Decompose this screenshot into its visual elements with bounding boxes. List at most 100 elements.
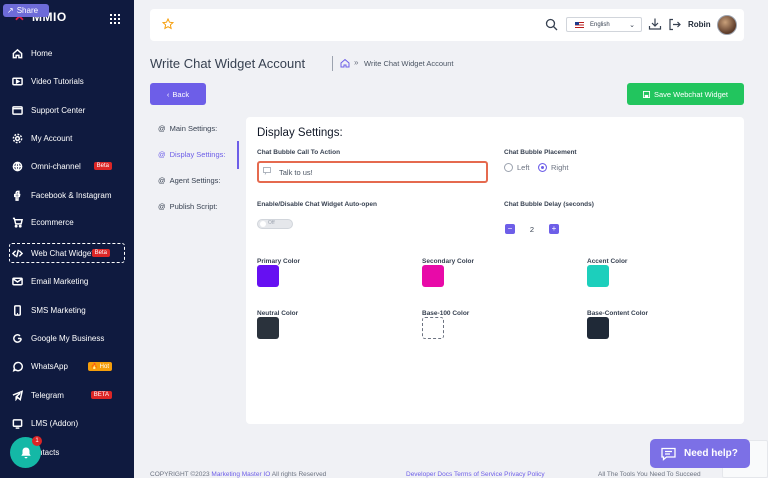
color-label: Neutral Color (257, 310, 299, 317)
code-icon (12, 248, 23, 259)
placement-left-radio[interactable]: Left (504, 163, 530, 172)
sidebar-item-label: Telegram (31, 390, 64, 400)
cta-label: Chat Bubble Call To Action (257, 149, 341, 156)
toggle-knob (260, 221, 266, 227)
need-help-button[interactable]: Need help? (650, 439, 750, 468)
sidebar-item-web-chat-widget[interactable]: Web Chat Widget Beta (12, 244, 124, 262)
radio-label: Left (517, 163, 530, 172)
sidebar-item-support-center[interactable]: Support Center (12, 101, 124, 119)
placement-right-radio[interactable]: Right (538, 163, 569, 172)
terms-link[interactable]: Terms of Service (454, 471, 502, 478)
facebook-icon (12, 190, 23, 201)
tab-agent-settings[interactable]: @ Agent Settings: (158, 176, 221, 185)
sidebar-item-label: Home (31, 48, 53, 58)
base-100-color-swatch[interactable] (422, 317, 444, 339)
copyright-text: COPYRIGHT ©2023 (150, 471, 210, 478)
at-icon: @ (158, 150, 166, 159)
topbar: English ⌄ Robin (150, 9, 744, 41)
save-webchat-widget-button[interactable]: Save Webchat Widget (627, 83, 744, 105)
sidebar-item-home[interactable]: Home (12, 44, 124, 62)
delay-value[interactable]: 2 (518, 222, 546, 236)
sidebar-item-omni-channel[interactable]: Omni-channel Beta (12, 157, 124, 175)
tab-display-settings[interactable]: @ Display Settings: (158, 150, 225, 159)
us-flag-icon (575, 21, 584, 28)
footer-links: Developer Docs Terms of Service Privacy … (406, 471, 545, 478)
sidebar-item-email-marketing[interactable]: Email Marketing (12, 272, 124, 290)
sidebar-item-facebook-instagram[interactable]: Facebook & Instagram (12, 186, 124, 204)
neutral-color-swatch[interactable] (257, 317, 279, 339)
card-title: Display Settings: (257, 127, 343, 139)
sidebar-item-google-my-business[interactable]: Google My Business (12, 329, 124, 347)
username[interactable]: Robin (688, 20, 711, 29)
color-label: Base-Content Color (587, 310, 649, 317)
sidebar-item-label: Support Center (31, 105, 86, 115)
star-icon[interactable] (162, 18, 174, 30)
home-icon[interactable] (340, 58, 350, 68)
sidebar-item-contacts[interactable]: ntacts (38, 443, 150, 461)
back-button-label: Back (172, 89, 190, 99)
lms-icon (12, 418, 23, 429)
share-button[interactable]: ↗ Share (3, 4, 49, 17)
save-icon (642, 90, 650, 98)
sidebar-item-label: My Account (31, 133, 73, 143)
company-link[interactable]: Marketing Master IO (211, 471, 270, 478)
beta-badge: Beta (93, 162, 112, 170)
footer-copyright: COPYRIGHT ©2023 Marketing Master IO All … (150, 471, 326, 478)
support-icon (12, 105, 23, 116)
sidebar-item-video-tutorials[interactable]: Video Tutorials (12, 72, 124, 90)
sidebar-item-lms[interactable]: LMS (Addon) (12, 414, 124, 432)
tab-publish-script[interactable]: @ Publish Script: (158, 202, 218, 211)
accent-color-swatch[interactable] (587, 265, 609, 287)
increment-button[interactable]: + (549, 224, 559, 234)
cta-input[interactable]: Talk to us! (257, 161, 488, 183)
decrement-button[interactable]: − (505, 224, 515, 234)
display-settings-card: Display Settings: Chat Bubble Call To Ac… (246, 117, 744, 424)
sidebar-item-ecommerce[interactable]: Ecommerce (12, 213, 124, 231)
download-icon[interactable] (648, 17, 662, 31)
back-arrow-icon: ‹ (166, 89, 170, 99)
home-icon (12, 48, 23, 59)
at-icon: @ (158, 124, 166, 133)
hot-badge: 🔥 Hot (87, 361, 112, 371)
mail-icon (12, 276, 23, 287)
cart-icon (12, 217, 23, 228)
whatsapp-icon (12, 361, 23, 372)
sidebar-item-whatsapp[interactable]: WhatsApp 🔥 Hot (12, 357, 124, 375)
tab-main-settings[interactable]: @ Main Settings: (158, 124, 217, 133)
radio-dot (504, 163, 513, 172)
tab-label: Publish Script: (169, 202, 218, 211)
sidebar: ✕ MMIO ↗ Share Home Video Tutorials Supp… (0, 0, 134, 478)
sidebar-item-label: LMS (Addon) (31, 418, 79, 428)
logout-icon[interactable] (668, 18, 681, 31)
beta-badge: BETA (90, 391, 112, 399)
bell-icon (20, 447, 31, 458)
apps-grid-icon[interactable] (110, 14, 120, 24)
tab-label: Agent Settings: (169, 176, 221, 185)
color-label: Base-100 Color (422, 310, 470, 317)
message-icon (263, 167, 271, 175)
sidebar-item-telegram[interactable]: Telegram BETA (12, 386, 124, 404)
sidebar-item-sms-marketing[interactable]: SMS Marketing (12, 301, 124, 319)
base-content-color-swatch[interactable] (587, 317, 609, 339)
sidebar-item-label: Web Chat Widget (31, 248, 94, 258)
search-icon[interactable] (545, 18, 558, 31)
globe-icon (12, 161, 23, 172)
back-button[interactable]: ‹ Back (150, 83, 206, 105)
language-select[interactable]: English ⌄ (566, 17, 642, 32)
radio-dot-selected (538, 163, 547, 172)
sidebar-item-label: Google My Business (31, 333, 105, 343)
tab-label: Main Settings: (169, 124, 218, 133)
radio-label: Right (551, 163, 569, 172)
sidebar-item-my-account[interactable]: My Account (12, 129, 124, 147)
primary-color-swatch[interactable] (257, 265, 279, 287)
sidebar-item-label: SMS Marketing (31, 305, 86, 315)
developer-docs-link[interactable]: Developer Docs (406, 471, 452, 478)
privacy-link[interactable]: Privacy Policy (504, 471, 544, 478)
secondary-color-swatch[interactable] (422, 265, 444, 287)
google-icon (12, 333, 23, 344)
avatar[interactable] (717, 15, 737, 35)
autoopen-toggle[interactable]: Off (257, 219, 293, 229)
video-icon (12, 76, 23, 87)
gear-icon (12, 133, 23, 144)
sidebar-item-label: Facebook & Instagram (31, 190, 112, 200)
